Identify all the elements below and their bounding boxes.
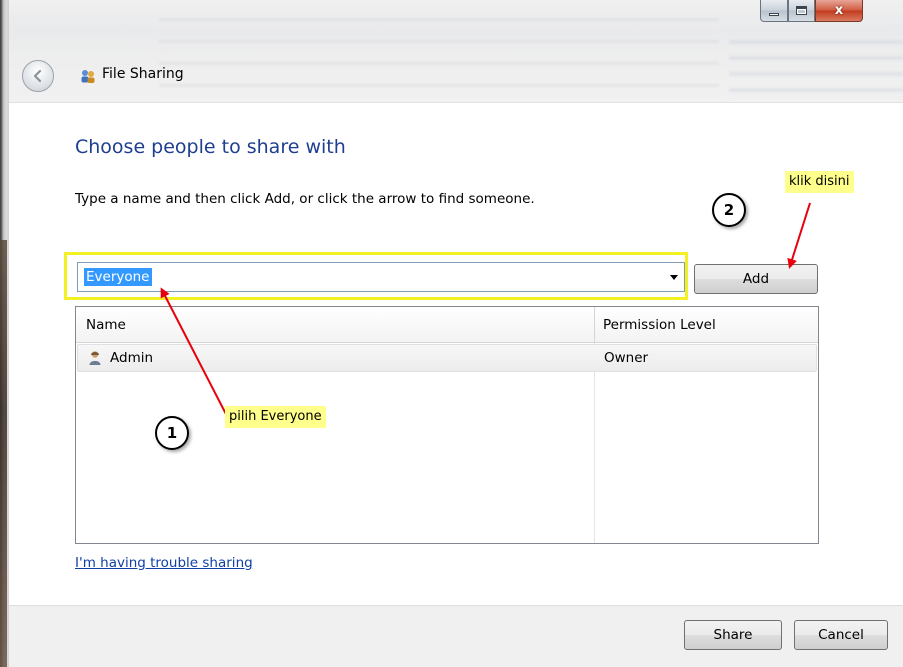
desktop-background-edge	[0, 240, 7, 667]
maximize-icon	[796, 6, 807, 15]
callout-click-here: klik disini	[785, 171, 854, 193]
back-arrow-icon	[33, 69, 42, 83]
user-icon	[89, 351, 101, 365]
column-header-permission[interactable]: Permission Level	[603, 317, 716, 333]
name-combobox[interactable]: Everyone	[77, 262, 685, 292]
list-item[interactable]: Admin Owner	[77, 344, 817, 372]
minimize-button[interactable]	[760, 0, 788, 22]
step-2-marker: 2	[712, 193, 746, 227]
instruction-text: Type a name and then click Add, or click…	[75, 191, 535, 207]
list-header: Name Permission Level	[76, 307, 818, 343]
name-input-value[interactable]: Everyone	[84, 268, 152, 286]
blurred-background-content	[159, 18, 719, 98]
blurred-background-content-right	[729, 40, 903, 100]
trouble-sharing-link[interactable]: I'm having trouble sharing	[75, 555, 253, 571]
column-header-name[interactable]: Name	[86, 317, 126, 333]
back-button[interactable]	[22, 60, 54, 92]
share-button[interactable]: Share	[684, 620, 782, 650]
add-button[interactable]: Add	[694, 264, 818, 294]
maximize-button[interactable]	[788, 0, 815, 22]
column-header-separator[interactable]	[594, 307, 595, 343]
row-name: Admin	[110, 350, 154, 366]
dropdown-arrow-icon[interactable]	[670, 275, 678, 280]
cancel-button[interactable]: Cancel	[794, 620, 888, 650]
row-permission[interactable]: Owner	[604, 350, 648, 366]
caption-buttons: x	[760, 0, 900, 24]
close-button[interactable]: x	[815, 0, 863, 22]
close-icon: x	[834, 3, 844, 18]
window-title: File Sharing	[102, 66, 184, 82]
minimize-icon	[769, 13, 779, 16]
file-sharing-icon	[81, 70, 95, 83]
page-title: Choose people to share with	[75, 136, 346, 158]
step-1-marker: 1	[155, 416, 189, 450]
callout-choose-everyone: pilih Everyone	[225, 406, 326, 428]
